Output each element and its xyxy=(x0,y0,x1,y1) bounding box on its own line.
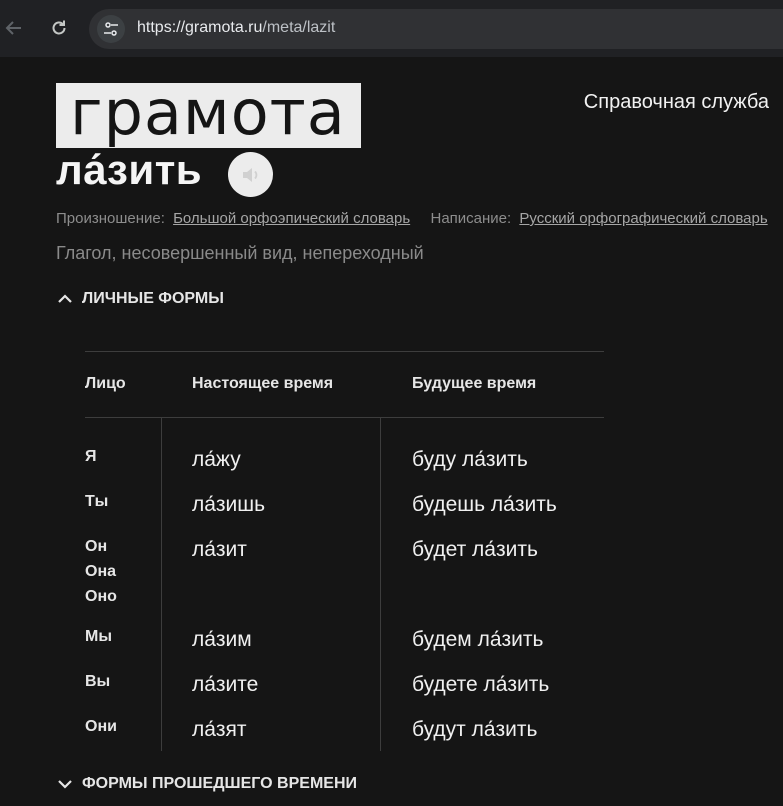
chevron-up-icon xyxy=(58,294,72,303)
row-future: будем ла́зить xyxy=(412,628,544,651)
speaker-icon xyxy=(242,167,257,182)
header-future: Будущее время xyxy=(412,375,537,392)
reload-icon xyxy=(52,20,66,35)
row-person: Вы xyxy=(85,673,111,690)
source-links: Произношение: Большой орфоэпический слов… xyxy=(56,210,768,227)
row-person: Они xyxy=(85,718,117,735)
browser-toolbar: https://gramota.ru/meta/lazit xyxy=(0,0,783,57)
row-person: Я xyxy=(85,448,97,465)
row-person: Ты xyxy=(85,493,109,510)
row-present: ла́жу xyxy=(192,448,241,471)
personal-forms-title: ЛИЧНЫЕ ФОРМЫ xyxy=(82,290,224,307)
header-divider xyxy=(85,417,604,418)
table-top-border xyxy=(85,351,604,352)
help-service-link[interactable]: Справочная служба xyxy=(584,91,769,114)
row-future: будете ла́зить xyxy=(412,673,550,696)
back-button[interactable] xyxy=(0,14,28,42)
reload-button[interactable] xyxy=(45,14,73,42)
grammar-info: Глагол, несовершенный вид, непереходный xyxy=(56,243,424,263)
column-divider-1 xyxy=(161,418,162,751)
arrow-left-icon xyxy=(5,21,21,35)
spelling-label: Написание: xyxy=(430,210,512,227)
headword: ла́зить xyxy=(56,146,203,193)
pronounce-button[interactable] xyxy=(228,152,273,197)
address-bar[interactable]: https://gramota.ru/meta/lazit xyxy=(89,9,783,49)
row-present: ла́зишь xyxy=(192,493,266,516)
pronunciation-dictionary-link[interactable]: Большой орфоэпический словарь xyxy=(173,210,410,227)
personal-forms-toggle[interactable]: ЛИЧНЫЕ ФОРМЫ xyxy=(56,290,224,308)
logo-text: грамота xyxy=(70,76,346,149)
row-present: ла́зим xyxy=(192,628,252,651)
tune-icon xyxy=(104,22,118,36)
row-present: ла́зите xyxy=(192,673,259,696)
row-future: будут ла́зить xyxy=(412,718,538,741)
chevron-down-icon xyxy=(58,780,72,789)
header-person: Лицо xyxy=(85,375,126,392)
spelling-dictionary-link[interactable]: Русский орфографический словарь xyxy=(519,210,767,227)
site-info-button[interactable] xyxy=(97,15,125,43)
row-future: будешь ла́зить xyxy=(412,493,557,516)
header-present: Настоящее время xyxy=(192,375,334,392)
row-present: ла́зят xyxy=(192,718,247,741)
row-future: будет ла́зить xyxy=(412,538,538,561)
row-person: Он Она Оно xyxy=(85,538,117,605)
pronunciation-label: Произношение: xyxy=(56,210,165,227)
row-present: ла́зит xyxy=(192,538,247,561)
url-path: /meta/lazit xyxy=(262,19,336,36)
column-divider-2 xyxy=(380,418,381,751)
site-logo[interactable]: грамота xyxy=(56,76,361,149)
url-host: https://gramota.ru xyxy=(137,19,263,36)
row-person: Мы xyxy=(85,628,112,645)
row-future: буду ла́зить xyxy=(412,448,528,471)
past-forms-toggle[interactable]: ФОРМЫ ПРОШЕДШЕГО ВРЕМЕНИ xyxy=(56,775,357,793)
conjugation-table: Лицо Настоящее время Будущее время Я ла́… xyxy=(85,351,604,751)
past-forms-title: ФОРМЫ ПРОШЕДШЕГО ВРЕМЕНИ xyxy=(82,775,358,792)
url-text[interactable]: https://gramota.ru/meta/lazit xyxy=(137,19,335,37)
